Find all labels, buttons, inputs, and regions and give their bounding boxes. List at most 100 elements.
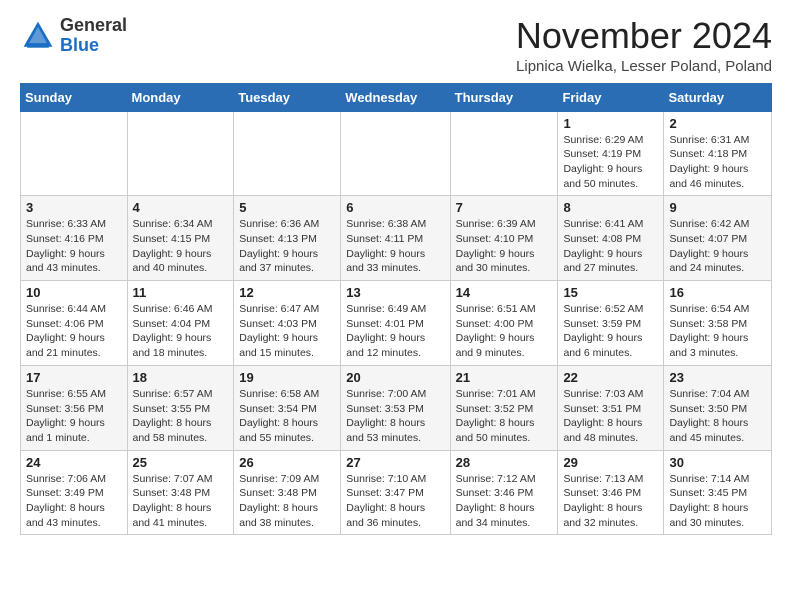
col-sunday: Sunday [21, 83, 128, 111]
day-number: 11 [133, 285, 229, 300]
day-cell: 4Sunrise: 6:34 AM Sunset: 4:15 PM Daylig… [127, 196, 234, 281]
day-info: Sunrise: 7:12 AM Sunset: 3:46 PM Dayligh… [456, 472, 553, 531]
day-info: Sunrise: 7:01 AM Sunset: 3:52 PM Dayligh… [456, 387, 553, 446]
day-cell: 23 Sunrise: 7:04 AM Sunset: 3:50 PM Dayli… [664, 365, 772, 450]
day-cell: 16 Sunrise: 6:54 AM Sunset: 3:58 PM Dayli… [664, 281, 772, 366]
week-row-1: 1 Sunrise: 6:29 AM Sunset: 4:19 PM Daylig… [21, 111, 772, 196]
day-cell: 7 Sunrise: 6:39 AM Sunset: 4:10 PM Daylig… [450, 196, 558, 281]
calendar-body: 1 Sunrise: 6:29 AM Sunset: 4:19 PM Daylig… [21, 111, 772, 535]
day-number: 1 [563, 116, 658, 131]
day-info: Sunrise: 6:54 AM Sunset: 3:58 PM Dayligh… [669, 302, 766, 361]
day-number: 18 [133, 370, 229, 385]
day-info: Sunrise: 6:29 AM Sunset: 4:19 PM Dayligh… [563, 133, 658, 192]
day-number: 26 [239, 455, 335, 470]
day-cell: 3 Sunrise: 6:33 AM Sunset: 4:16 PM Daylig… [21, 196, 128, 281]
day-cell: 18 Sunrise: 6:57 AM Sunset: 3:55 PM Dayli… [127, 365, 234, 450]
day-info: Sunrise: 6:42 AM Sunset: 4:07 PM Dayligh… [669, 217, 766, 276]
day-info: Sunrise: 7:13 AM Sunset: 3:46 PM Dayligh… [563, 472, 658, 531]
page: General Blue November 2024 Lipnica Wielk… [0, 0, 792, 551]
day-cell: 21 Sunrise: 7:01 AM Sunset: 3:52 PM Dayli… [450, 365, 558, 450]
month-title: November 2024 [516, 16, 772, 56]
day-cell: 2 Sunrise: 6:31 AM Sunset: 4:18 PM Daylig… [664, 111, 772, 196]
day-number: 6 [346, 200, 444, 215]
day-cell: 24Sunrise: 7:06 AM Sunset: 3:49 PM Dayli… [21, 450, 128, 535]
day-cell: 26 Sunrise: 7:09 AM Sunset: 3:48 PM Dayli… [234, 450, 341, 535]
day-cell: 13 Sunrise: 6:49 AM Sunset: 4:01 PM Dayli… [341, 281, 450, 366]
day-info: Sunrise: 6:57 AM Sunset: 3:55 PM Dayligh… [133, 387, 229, 446]
day-cell: 9 Sunrise: 6:42 AM Sunset: 4:07 PM Daylig… [664, 196, 772, 281]
day-cell [21, 111, 128, 196]
day-number: 27 [346, 455, 444, 470]
day-info: Sunrise: 6:39 AM Sunset: 4:10 PM Dayligh… [456, 217, 553, 276]
day-cell: 17 Sunrise: 6:55 AM Sunset: 3:56 PM Dayli… [21, 365, 128, 450]
day-number: 29 [563, 455, 658, 470]
day-info: Sunrise: 7:10 AM Sunset: 3:47 PM Dayligh… [346, 472, 444, 531]
day-info: Sunrise: 6:46 AM Sunset: 4:04 PM Dayligh… [133, 302, 229, 361]
col-friday: Friday [558, 83, 664, 111]
day-number: 21 [456, 370, 553, 385]
day-info: Sunrise: 7:04 AM Sunset: 3:50 PM Dayligh… [669, 387, 766, 446]
day-cell: 6Sunrise: 6:38 AM Sunset: 4:11 PM Daylig… [341, 196, 450, 281]
day-info: Sunrise: 7:09 AM Sunset: 3:48 PM Dayligh… [239, 472, 335, 531]
day-number: 25 [133, 455, 229, 470]
day-info: Sunrise: 6:52 AM Sunset: 3:59 PM Dayligh… [563, 302, 658, 361]
day-cell: 8 Sunrise: 6:41 AM Sunset: 4:08 PM Daylig… [558, 196, 664, 281]
day-number: 17 [26, 370, 122, 385]
col-monday: Monday [127, 83, 234, 111]
week-row-4: 17 Sunrise: 6:55 AM Sunset: 3:56 PM Dayli… [21, 365, 772, 450]
day-number: 9 [669, 200, 766, 215]
day-info: Sunrise: 6:41 AM Sunset: 4:08 PM Dayligh… [563, 217, 658, 276]
day-info: Sunrise: 7:06 AM Sunset: 3:49 PM Dayligh… [26, 472, 122, 531]
day-info: Sunrise: 6:31 AM Sunset: 4:18 PM Dayligh… [669, 133, 766, 192]
week-row-3: 10 Sunrise: 6:44 AM Sunset: 4:06 PM Dayli… [21, 281, 772, 366]
day-info: Sunrise: 7:03 AM Sunset: 3:51 PM Dayligh… [563, 387, 658, 446]
day-cell [450, 111, 558, 196]
col-thursday: Thursday [450, 83, 558, 111]
day-number: 23 [669, 370, 766, 385]
day-number: 7 [456, 200, 553, 215]
col-wednesday: Wednesday [341, 83, 450, 111]
day-info: Sunrise: 6:33 AM Sunset: 4:16 PM Dayligh… [26, 217, 122, 276]
day-number: 30 [669, 455, 766, 470]
day-cell: 5Sunrise: 6:36 AM Sunset: 4:13 PM Daylig… [234, 196, 341, 281]
day-number: 4 [133, 200, 229, 215]
day-info: Sunrise: 6:47 AM Sunset: 4:03 PM Dayligh… [239, 302, 335, 361]
day-cell: 12 Sunrise: 6:47 AM Sunset: 4:03 PM Dayli… [234, 281, 341, 366]
day-number: 22 [563, 370, 658, 385]
week-row-2: 3 Sunrise: 6:33 AM Sunset: 4:16 PM Daylig… [21, 196, 772, 281]
week-row-5: 24Sunrise: 7:06 AM Sunset: 3:49 PM Dayli… [21, 450, 772, 535]
day-cell: 27 Sunrise: 7:10 AM Sunset: 3:47 PM Dayli… [341, 450, 450, 535]
day-info: Sunrise: 6:44 AM Sunset: 4:06 PM Dayligh… [26, 302, 122, 361]
day-cell: 10 Sunrise: 6:44 AM Sunset: 4:06 PM Dayli… [21, 281, 128, 366]
day-info: Sunrise: 6:55 AM Sunset: 3:56 PM Dayligh… [26, 387, 122, 446]
header: General Blue November 2024 Lipnica Wielk… [20, 16, 772, 75]
day-number: 16 [669, 285, 766, 300]
day-number: 12 [239, 285, 335, 300]
column-headers: Sunday Monday Tuesday Wednesday Thursday… [21, 83, 772, 111]
day-info: Sunrise: 6:49 AM Sunset: 4:01 PM Dayligh… [346, 302, 444, 361]
logo-blue-text: Blue [60, 35, 99, 55]
day-cell: 15 Sunrise: 6:52 AM Sunset: 3:59 PM Dayli… [558, 281, 664, 366]
location: Lipnica Wielka, Lesser Poland, Poland [516, 58, 772, 75]
day-cell: 11 Sunrise: 6:46 AM Sunset: 4:04 PM Dayli… [127, 281, 234, 366]
day-number: 19 [239, 370, 335, 385]
title-block: November 2024 Lipnica Wielka, Lesser Pol… [516, 16, 772, 75]
day-info: Sunrise: 7:07 AM Sunset: 3:48 PM Dayligh… [133, 472, 229, 531]
day-number: 2 [669, 116, 766, 131]
day-number: 20 [346, 370, 444, 385]
day-number: 3 [26, 200, 122, 215]
day-number: 8 [563, 200, 658, 215]
day-number: 5 [239, 200, 335, 215]
day-cell: 19 Sunrise: 6:58 AM Sunset: 3:54 PM Dayli… [234, 365, 341, 450]
day-cell: 29 Sunrise: 7:13 AM Sunset: 3:46 PM Dayli… [558, 450, 664, 535]
day-number: 13 [346, 285, 444, 300]
logo-icon [20, 18, 56, 54]
col-saturday: Saturday [664, 83, 772, 111]
day-cell: 22 Sunrise: 7:03 AM Sunset: 3:51 PM Dayli… [558, 365, 664, 450]
day-cell [127, 111, 234, 196]
day-number: 10 [26, 285, 122, 300]
day-cell: 28Sunrise: 7:12 AM Sunset: 3:46 PM Dayli… [450, 450, 558, 535]
day-info: Sunrise: 6:58 AM Sunset: 3:54 PM Dayligh… [239, 387, 335, 446]
day-number: 15 [563, 285, 658, 300]
day-info: Sunrise: 7:14 AM Sunset: 3:45 PM Dayligh… [669, 472, 766, 531]
